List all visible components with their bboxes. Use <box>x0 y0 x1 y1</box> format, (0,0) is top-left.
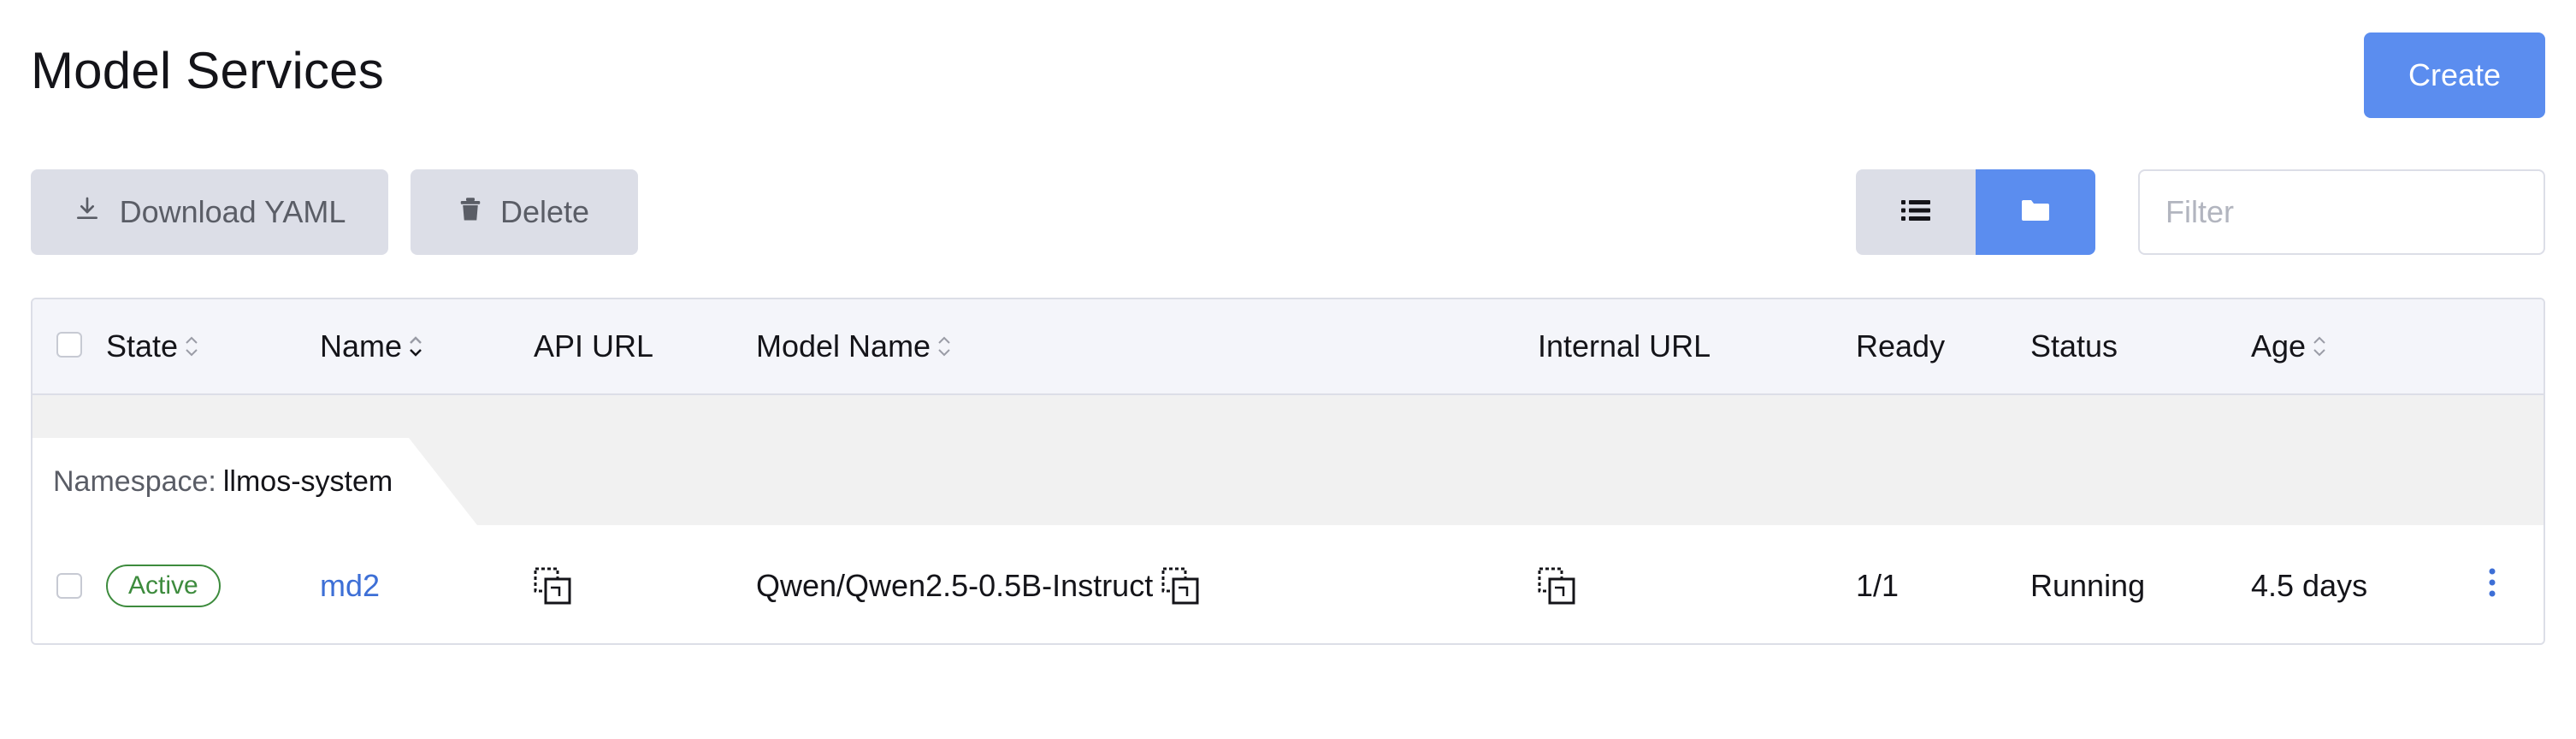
namespace-tab: Namespace: llmos-system <box>32 438 477 525</box>
delete-button[interactable]: Delete <box>411 169 638 255</box>
page-title: Model Services <box>31 42 384 99</box>
row-actions-button[interactable] <box>2487 525 2497 643</box>
sort-icon <box>2311 333 2328 360</box>
api-url-cell <box>534 525 571 643</box>
download-yaml-label: Download YAML <box>119 194 346 229</box>
column-label-name: Name <box>320 328 403 364</box>
folder-icon <box>2021 198 2050 227</box>
sort-icon <box>183 333 200 360</box>
column-label-api-url: API URL <box>534 328 654 364</box>
folder-view-button[interactable] <box>1976 169 2095 255</box>
age-cell: 4.5 days <box>2251 568 2368 603</box>
namespace-label: Namespace: <box>53 464 216 498</box>
state-cell: Active <box>106 525 221 643</box>
row-checkbox[interactable] <box>56 573 82 599</box>
kebab-icon <box>2487 567 2497 606</box>
copy-icon[interactable] <box>1161 567 1199 605</box>
delete-label: Delete <box>499 194 590 229</box>
column-header-model-name[interactable]: Model Name <box>756 299 953 393</box>
table-row: Active md2 Qwen/Qwen2.5-0.5B-Instruct 1/… <box>32 525 2544 643</box>
view-toggle <box>1856 169 2095 255</box>
download-icon <box>74 194 101 230</box>
model-name-cell: Qwen/Qwen2.5-0.5B-Instruct <box>756 525 1199 643</box>
model-services-table: State Name API URL Model Name Internal U… <box>31 298 2545 645</box>
column-header-age[interactable]: Age <box>2251 299 2328 393</box>
select-all-checkbox[interactable] <box>56 332 82 358</box>
sort-icon <box>407 333 424 360</box>
table-header: State Name API URL Model Name Internal U… <box>32 299 2544 395</box>
service-name-link[interactable]: md2 <box>320 568 380 604</box>
create-button[interactable]: Create <box>2364 33 2545 118</box>
copy-icon[interactable] <box>1538 567 1575 605</box>
column-header-name[interactable]: Name <box>320 299 424 393</box>
sort-icon <box>936 333 953 360</box>
column-header-state[interactable]: State <box>106 299 200 393</box>
column-header-ready: Ready <box>1856 299 1945 393</box>
namespace-value: llmos-system <box>222 464 393 498</box>
trash-icon <box>459 194 482 230</box>
list-view-button[interactable] <box>1856 169 1976 255</box>
column-label-model-name: Model Name <box>756 328 931 364</box>
column-header-api-url: API URL <box>534 299 653 393</box>
namespace-group-header: Namespace: llmos-system <box>32 395 2544 525</box>
column-header-internal-url: Internal URL <box>1538 299 1710 393</box>
filter-input[interactable] <box>2138 169 2545 255</box>
column-label-ready: Ready <box>1856 328 1946 364</box>
column-label-internal-url: Internal URL <box>1538 328 1711 364</box>
model-name-text: Qwen/Qwen2.5-0.5B-Instruct <box>756 568 1154 603</box>
copy-icon[interactable] <box>534 567 571 605</box>
column-label-status: Status <box>2030 328 2118 364</box>
column-label-state: State <box>106 328 179 364</box>
status-badge: Active <box>106 565 221 607</box>
name-cell: md2 <box>320 525 380 643</box>
column-label-age: Age <box>2251 328 2307 364</box>
column-header-status: Status <box>2030 299 2118 393</box>
status-cell: Running <box>2030 568 2146 603</box>
download-yaml-button[interactable]: Download YAML <box>31 169 388 255</box>
ready-cell: 1/1 <box>1856 568 1900 603</box>
model-services-page: Model Services Create Download YAML Dele… <box>0 0 2576 739</box>
internal-url-cell <box>1538 525 1575 643</box>
list-icon <box>1901 198 1930 227</box>
